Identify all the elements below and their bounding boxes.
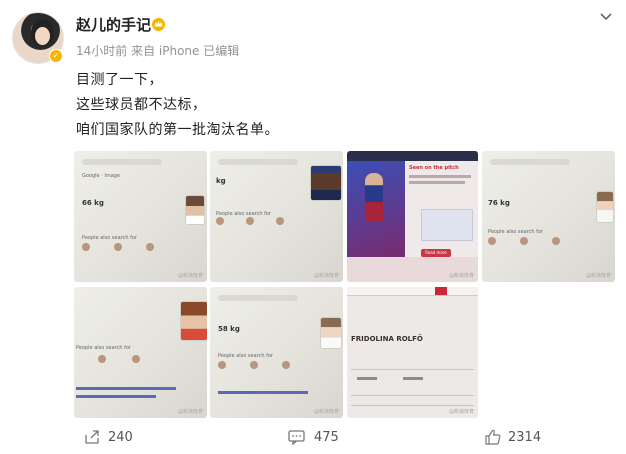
- photo-thumbnail[interactable]: 58 kg People also search for @新浪体育: [210, 287, 343, 418]
- watermark: @新浪体育: [177, 273, 203, 279]
- section-label: People also search for: [82, 235, 137, 241]
- article-title: Seen on the pitch: [409, 165, 459, 171]
- crown-icon: [152, 18, 165, 31]
- photo-thumbnail[interactable]: People also search for @新浪体育: [74, 287, 207, 418]
- verified-badge-icon: ✓: [49, 49, 63, 63]
- share-count[interactable]: 240: [108, 430, 133, 445]
- watermark: @新浪体育: [313, 273, 339, 279]
- comment-count[interactable]: 475: [314, 430, 339, 445]
- watermark: @新浪体育: [448, 409, 474, 415]
- weight-text: 66 kg: [82, 199, 104, 207]
- post-text-line: 咱们国家队的第一批淘汰名单。: [76, 122, 279, 138]
- watermark: @新浪体育: [177, 409, 203, 415]
- post-text-line: 这些球员都不达标，: [76, 97, 207, 113]
- photo-thumbnail[interactable]: Google · Image 66 kg People also search …: [74, 151, 207, 282]
- post-text-line: 目测了一下，: [76, 72, 163, 88]
- watermark: @新浪体育: [448, 273, 474, 279]
- comment-icon[interactable]: [288, 430, 305, 445]
- section-label: People also search for: [216, 211, 271, 217]
- photo-thumbnail[interactable]: kg People also search for @新浪体育: [210, 151, 343, 282]
- post-meta: 14小时前 来自 iPhone 已编辑: [76, 44, 240, 58]
- chevron-down-icon[interactable]: [598, 10, 614, 24]
- watermark: @新浪体育: [585, 273, 611, 279]
- like-icon[interactable]: [484, 428, 502, 446]
- weight-text: kg: [216, 177, 226, 185]
- share-icon[interactable]: [84, 429, 100, 445]
- photo-thumbnail[interactable]: FRIDOLINA ROLFÖ @新浪体育: [347, 287, 478, 418]
- section-label: People also search for: [218, 353, 273, 359]
- section-label: People also search for: [76, 345, 131, 351]
- like-count[interactable]: 2314: [508, 430, 541, 445]
- weight-text: 76 kg: [488, 199, 510, 207]
- section-label: People also search for: [488, 229, 543, 235]
- read-more-button: Read more: [421, 249, 451, 257]
- photo-thumbnail[interactable]: Seen on the pitch Read more @新浪体育: [347, 151, 478, 282]
- weight-text: 58 kg: [218, 325, 240, 333]
- player-name: FRIDOLINA ROLFÖ: [351, 335, 423, 343]
- author-name[interactable]: 赵儿的手记: [76, 14, 151, 35]
- photo-thumbnail[interactable]: 76 kg People also search for @新浪体育: [482, 151, 615, 282]
- watermark: @新浪体育: [313, 409, 339, 415]
